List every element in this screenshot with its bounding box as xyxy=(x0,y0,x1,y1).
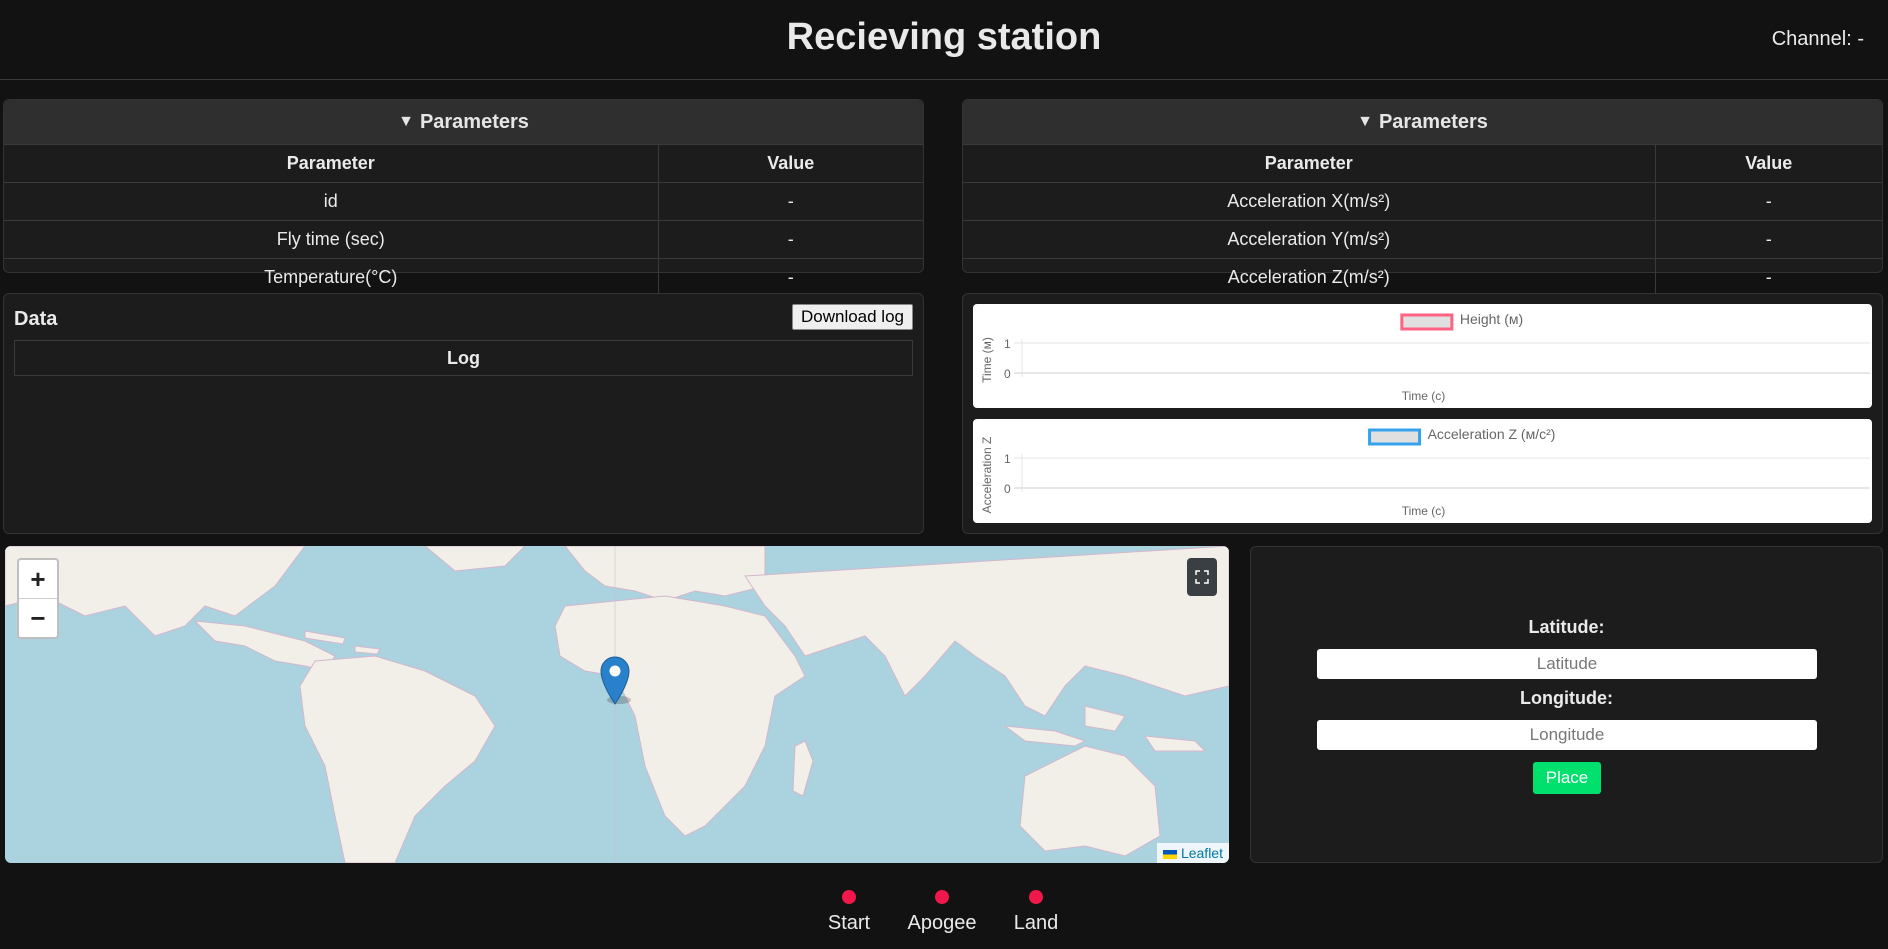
column-header: Parameter xyxy=(963,145,1655,183)
parameter-value: - xyxy=(1654,220,1882,259)
data-panel: Data Download log Log xyxy=(3,293,924,534)
latitude-label: Latitude: xyxy=(1528,617,1605,637)
data-title: Data xyxy=(14,308,58,330)
parameter-value: - xyxy=(1654,258,1882,296)
parameters-toggle[interactable]: ▼ Parameters xyxy=(963,100,1882,145)
column-header: Value xyxy=(1654,145,1882,183)
status-dot-icon xyxy=(842,890,856,904)
attribution-link[interactable]: Leaflet xyxy=(1181,845,1223,861)
parameter-value: - xyxy=(657,220,923,259)
height-chart-svg: Height (м) 1 0 Time (м) Time (c) xyxy=(980,311,1870,403)
status-label: Start xyxy=(827,912,871,934)
longitude-label: Longitude: xyxy=(1520,688,1613,708)
parameters-table: Parameter Value Acceleration X(m/s²) - A… xyxy=(963,145,1882,296)
map-marker-icon[interactable] xyxy=(599,654,633,706)
status-dot-icon xyxy=(1029,890,1043,904)
legend-label: Acceleration Z (м/с²) xyxy=(1428,426,1556,442)
table-row: id - xyxy=(4,182,923,221)
left-parameters-panel: ▼ Parameters Parameter Value id - Fly ti… xyxy=(3,99,924,296)
legend-label: Height (м) xyxy=(1460,311,1523,327)
parameter-name: Acceleration Z(m/s²) xyxy=(1227,267,1390,287)
legend-swatch xyxy=(1400,313,1454,331)
map-attribution[interactable]: Leaflet xyxy=(1156,843,1229,863)
channel-value: - xyxy=(1857,28,1864,50)
triangle-down-icon: ▼ xyxy=(398,113,414,130)
y-tick-label: 0 xyxy=(1004,482,1011,496)
parameter-name: Acceleration Y(m/s²) xyxy=(963,220,1655,259)
status-label: Land xyxy=(1013,912,1059,934)
log-header: Log xyxy=(14,340,913,376)
zoom-out-button[interactable]: − xyxy=(19,599,57,637)
status-start: Start xyxy=(809,890,889,935)
parameters-title: Parameters xyxy=(419,110,529,133)
parameter-value: - xyxy=(1654,182,1882,221)
zoom-in-button[interactable]: + xyxy=(19,560,57,599)
x-axis-label: Time (c) xyxy=(1402,504,1446,518)
y-axis-label: Acceleration Z xyxy=(980,437,994,514)
status-label: Apogee xyxy=(907,912,977,934)
parameters-toggle[interactable]: ▼ Parameters xyxy=(4,100,923,145)
page-title: Recieving station xyxy=(786,16,1102,58)
legend-swatch xyxy=(1368,428,1422,446)
status-land: Land xyxy=(996,890,1076,935)
parameters-title: Parameters xyxy=(1378,110,1488,133)
status-apogee: Apogee xyxy=(902,890,982,935)
status-dot-icon xyxy=(935,890,949,904)
zoom-controls: + − xyxy=(17,558,59,639)
table-row: Acceleration Z(m/s²) - xyxy=(963,258,1882,296)
y-axis-label: Time (м) xyxy=(980,337,994,383)
table-row: Acceleration Y(m/s²) - xyxy=(963,220,1882,259)
channel-label: Channel: xyxy=(1771,28,1852,50)
y-tick-label: 0 xyxy=(1004,367,1011,381)
column-header: Parameter xyxy=(4,145,658,183)
header: Recieving station Channel: - xyxy=(0,0,1888,80)
coordinates-panel: Latitude: Longitude: Place xyxy=(1250,546,1883,863)
table-row: Fly time (sec) - xyxy=(4,220,923,259)
table-row: Acceleration X(m/s²) - xyxy=(963,182,1882,221)
parameter-name: id xyxy=(4,182,658,221)
column-header: Value xyxy=(657,145,923,183)
parameter-name: Temperature(°C) xyxy=(264,267,398,287)
acceleration-chart-svg: Acceleration Z (м/с²) 1 0 Acceleration Z Tim… xyxy=(980,426,1870,518)
channel-indicator: Channel: - xyxy=(1772,28,1864,51)
map[interactable]: + − Leaflet xyxy=(5,546,1229,863)
parameter-value: - xyxy=(657,258,923,296)
latitude-input[interactable] xyxy=(1317,649,1817,679)
right-parameters-panel: ▼ Parameters Parameter Value Acceleratio… xyxy=(962,99,1883,296)
acceleration-chart: Acceleration Z (м/с²) 1 0 Acceleration Z Tim… xyxy=(973,419,1872,523)
parameters-table: Parameter Value id - Fly time (sec) - Te… xyxy=(4,145,923,296)
parameter-name: Acceleration X(m/s²) xyxy=(963,182,1655,221)
table-row: Temperature(°C) - xyxy=(4,258,923,296)
y-tick-label: 1 xyxy=(1004,337,1011,351)
place-button[interactable]: Place xyxy=(1533,762,1601,794)
x-axis-label: Time (c) xyxy=(1402,389,1446,403)
parameter-value: - xyxy=(657,182,923,221)
longitude-input[interactable] xyxy=(1317,720,1817,750)
triangle-down-icon: ▼ xyxy=(1357,113,1373,130)
height-chart: Height (м) 1 0 Time (м) Time (c) xyxy=(973,304,1872,408)
parameter-name: Fly time (sec) xyxy=(4,220,658,259)
y-tick-label: 1 xyxy=(1004,452,1011,466)
download-log-button[interactable]: Download log xyxy=(791,304,913,330)
fullscreen-icon xyxy=(1195,570,1209,584)
ukraine-flag-icon xyxy=(1162,849,1177,859)
fullscreen-button[interactable] xyxy=(1187,558,1217,596)
